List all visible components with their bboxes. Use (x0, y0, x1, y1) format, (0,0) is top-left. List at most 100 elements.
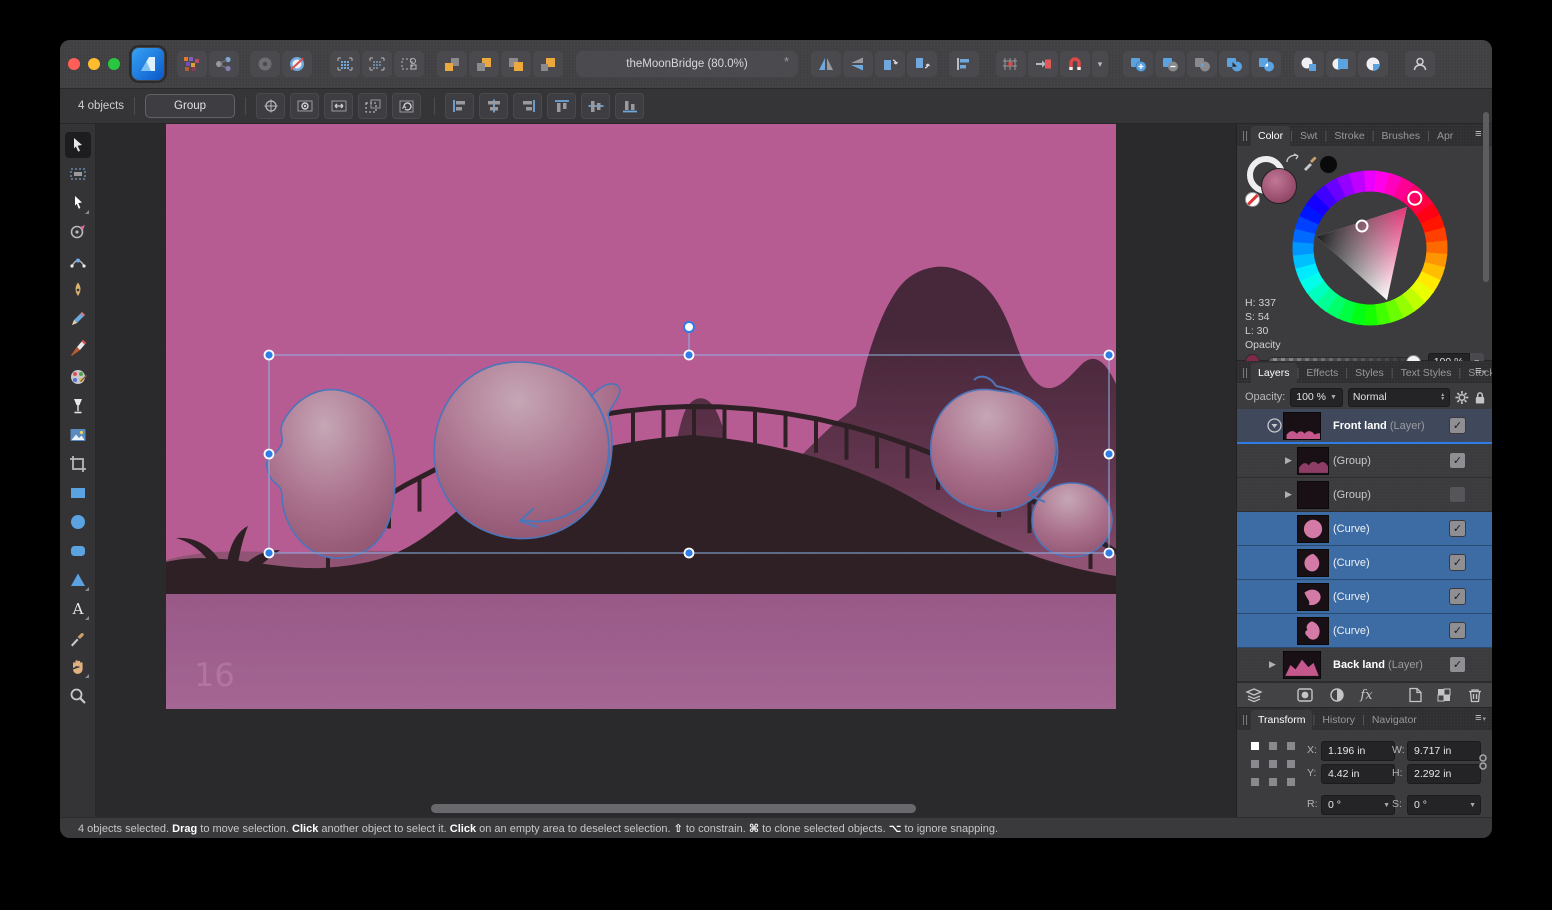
align-top-icon[interactable] (547, 93, 576, 119)
blend-mode-select[interactable]: Normal ▲▼ (1348, 388, 1450, 407)
layer-thumbnail[interactable] (1297, 583, 1329, 611)
layer-thumbnail[interactable] (1297, 481, 1329, 509)
artboard-tool[interactable] (65, 161, 91, 187)
layer-visibility-checkbox[interactable]: ✓ (1449, 520, 1466, 537)
layer-visibility-checkbox[interactable]: ✓ (1449, 656, 1466, 673)
rotate-ccw-icon[interactable] (875, 51, 905, 77)
boolean-divide-icon[interactable] (1219, 51, 1249, 77)
rotate-cw-icon[interactable] (907, 51, 937, 77)
layer-effects-icon[interactable]: fx (1360, 688, 1372, 703)
layer-row-group[interactable]: ▶(Group) (1237, 478, 1492, 512)
crop-tool[interactable] (65, 451, 91, 477)
account-icon[interactable] (1405, 51, 1435, 77)
rotation-field[interactable]: 0 °▼ (1321, 795, 1395, 815)
layer-row-curve[interactable]: (Curve)✓ (1237, 614, 1492, 648)
flip-vertical-icon[interactable] (843, 51, 873, 77)
tab-styles[interactable]: Styles (1348, 363, 1391, 383)
layer-row-curve[interactable]: (Curve)✓ (1237, 546, 1492, 580)
layer-options-icon[interactable] (1245, 687, 1263, 703)
flower-disabled-icon[interactable] (250, 51, 280, 77)
layer-row-curve[interactable]: (Curve)✓ (1237, 580, 1492, 614)
layer-visibility-checkbox[interactable]: ✓ (1449, 622, 1466, 639)
layer-thumbnail[interactable] (1283, 412, 1321, 440)
document-canvas[interactable]: 16 (166, 124, 1116, 709)
cycle-rotation-icon[interactable] (392, 93, 421, 119)
delete-layer-icon[interactable] (1466, 687, 1484, 703)
node-tool[interactable] (65, 190, 91, 216)
color-wheel[interactable] (1292, 170, 1448, 326)
layers-scrollbar[interactable] (1483, 112, 1489, 282)
tab-stroke[interactable]: Stroke (1327, 126, 1371, 146)
link-dimensions-icon[interactable] (1479, 752, 1487, 772)
mask-layer-icon[interactable] (1296, 687, 1314, 703)
transform-separately-icon[interactable] (358, 93, 387, 119)
corner-tool[interactable] (65, 248, 91, 274)
scrollbar-thumb[interactable] (431, 804, 916, 813)
insert-inside-icon[interactable] (1326, 51, 1356, 77)
layer-thumbnail[interactable] (1283, 651, 1321, 679)
ellipse-tool[interactable] (65, 509, 91, 535)
lock-layer-icon[interactable] (1474, 390, 1486, 405)
zoom-window-button[interactable] (108, 58, 120, 70)
text-tool[interactable]: A (65, 596, 91, 622)
no-color-swatch[interactable] (1245, 192, 1260, 207)
minimize-button[interactable] (88, 58, 100, 70)
color-picker-tool[interactable] (65, 625, 91, 651)
boolean-combine-icon[interactable] (1251, 51, 1281, 77)
layer-thumbnail[interactable] (1297, 617, 1329, 645)
zoom-tool[interactable] (65, 683, 91, 709)
w-field[interactable]: 9.717 in (1407, 741, 1481, 761)
layer-thumbnail[interactable] (1297, 447, 1329, 475)
transform-panel-menu-icon[interactable]: ≡ (1475, 712, 1486, 724)
anchor-point-selector[interactable] (1251, 742, 1295, 786)
add-pixel-layer-icon[interactable] (1436, 687, 1452, 703)
disclosure-collapsed-icon[interactable]: ▶ (1269, 659, 1276, 670)
tab-brushes[interactable]: Brushes (1375, 126, 1428, 146)
layer-row-curve[interactable]: (Curve)✓ (1237, 512, 1492, 546)
insert-on-top-icon[interactable] (1358, 51, 1388, 77)
tab-text-styles[interactable]: Text Styles (1394, 363, 1459, 383)
pencil-tool[interactable] (65, 306, 91, 332)
snapping-magnet-icon[interactable] (1060, 51, 1090, 77)
view-hand-tool[interactable] (65, 654, 91, 680)
blend-options-gear-icon[interactable] (1455, 390, 1469, 405)
swap-fill-stroke-icon[interactable] (1285, 152, 1301, 166)
layer-row-front-land[interactable]: Front land (Layer)✓ (1237, 409, 1492, 444)
disclosure-collapsed-icon[interactable]: ▶ (1285, 489, 1292, 500)
horizontal-scrollbar[interactable] (96, 804, 1236, 813)
shear-field[interactable]: 0 °▼ (1407, 795, 1481, 815)
flip-horizontal-icon[interactable] (811, 51, 841, 77)
alignment-icon[interactable] (949, 51, 979, 77)
layers-opacity-field[interactable]: 100 %▼ (1290, 388, 1342, 407)
group-button[interactable]: Group (145, 94, 235, 118)
layer-thumbnail[interactable] (1297, 549, 1329, 577)
flower-slash-icon[interactable] (282, 51, 312, 77)
align-right-icon[interactable] (513, 93, 542, 119)
hide-selection-icon[interactable] (290, 93, 319, 119)
tab-swt[interactable]: Swt (1293, 126, 1325, 146)
tab-effects[interactable]: Effects (1299, 363, 1345, 383)
tab-layers[interactable]: Layers (1251, 363, 1297, 383)
h-field[interactable]: 2.292 in (1407, 764, 1481, 784)
affinity-designer-logo-icon[interactable] (132, 48, 164, 80)
tab-transform[interactable]: Transform (1251, 710, 1312, 730)
disclosure-collapsed-icon[interactable]: ▶ (1285, 455, 1292, 466)
point-transform-tool[interactable] (65, 219, 91, 245)
vector-brush-tool[interactable] (65, 335, 91, 361)
tab-history[interactable]: History (1315, 710, 1362, 730)
layers-panel-menu-icon[interactable]: ≡ (1475, 365, 1486, 377)
margins-grid-icon[interactable] (330, 51, 360, 77)
boolean-subtract-icon[interactable] (1155, 51, 1185, 77)
align-left-icon[interactable] (445, 93, 474, 119)
insert-behind-icon[interactable] (1294, 51, 1324, 77)
tab-navigator[interactable]: Navigator (1365, 710, 1424, 730)
rectangle-tool[interactable] (65, 480, 91, 506)
scale-with-object-icon[interactable] (324, 93, 353, 119)
transform-bounds-icon[interactable] (394, 51, 424, 77)
close-button[interactable] (68, 58, 80, 70)
order-backward-icon[interactable] (469, 51, 499, 77)
boolean-add-icon[interactable] (1123, 51, 1153, 77)
place-image-tool[interactable] (65, 422, 91, 448)
caret-down-icon[interactable]: ▾ (1092, 51, 1108, 77)
order-front-icon[interactable] (533, 51, 563, 77)
